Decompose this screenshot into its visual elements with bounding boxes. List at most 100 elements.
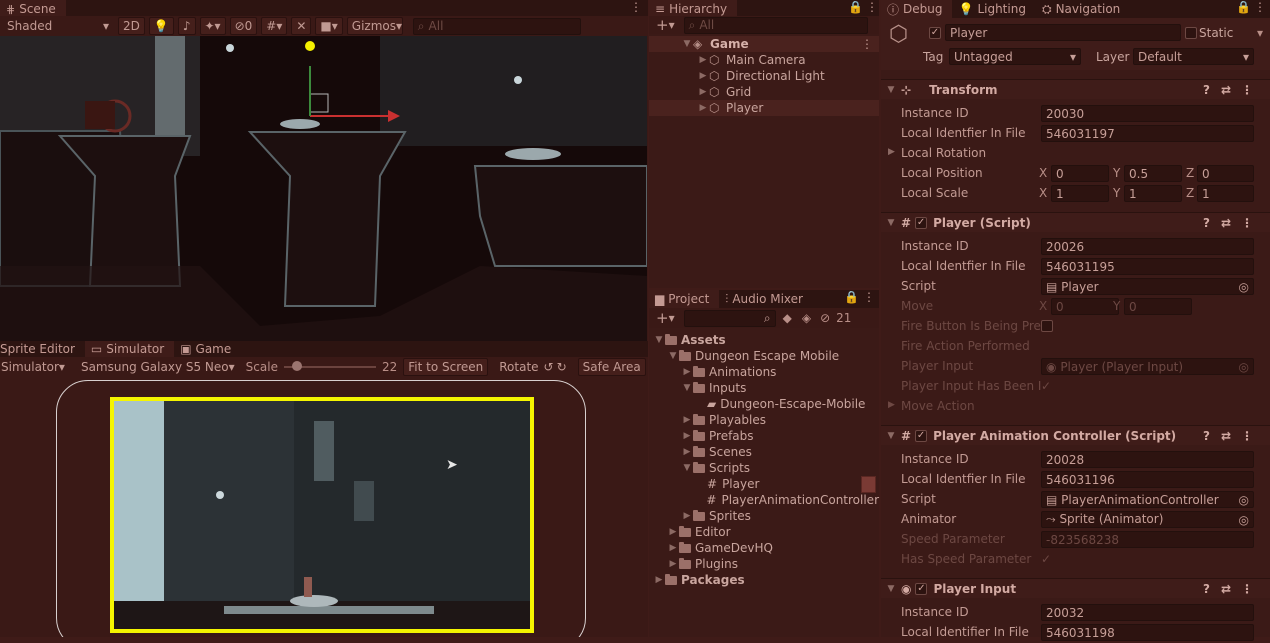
player-script-header[interactable]: ▼ # ✓ Player (Script) ? ⇄ ⋮ (881, 212, 1270, 232)
preset-icon[interactable]: ⇄ (1221, 216, 1231, 230)
project-tree-item[interactable]: ▶ Plugins (649, 556, 879, 572)
transform-header[interactable]: ▼ ⊹ Transform ? ⇄ ⋮ (881, 79, 1270, 99)
object-picker-icon[interactable]: ◎ (1239, 493, 1249, 507)
more-options-icon[interactable]: ⋮ (863, 290, 875, 304)
hierarchy-item[interactable]: ▶ ⬡ Grid (649, 84, 879, 100)
tab-project[interactable]: ▆ Project (649, 290, 720, 308)
instance-id-field[interactable]: 20030 (1041, 105, 1254, 122)
lighting-toggle-icon[interactable]: 💡 (148, 17, 174, 35)
component-menu-icon[interactable]: ⋮ (1241, 429, 1253, 443)
project-tree-item[interactable]: ▶ Packages (649, 572, 879, 588)
project-scroll-marker[interactable] (861, 476, 876, 493)
local-id-field[interactable]: 546031198 (1041, 624, 1254, 641)
component-menu-icon[interactable]: ⋮ (1241, 83, 1253, 97)
project-search-input[interactable]: ⌕ (683, 309, 776, 327)
simulator-mode-dropdown[interactable]: Simulator ▾ (0, 358, 70, 376)
scene-search-input[interactable]: ⌕ All (412, 17, 581, 35)
shading-dropdown[interactable]: Shaded ▾ (2, 17, 114, 35)
preset-icon[interactable]: ⇄ (1221, 429, 1231, 443)
gizmos-dropdown[interactable]: Gizmos ▾ (346, 17, 403, 35)
local-id-field[interactable]: 546031197 (1041, 125, 1254, 142)
component-menu-icon[interactable]: ⋮ (1241, 216, 1253, 230)
grid-dropdown-icon[interactable]: #▾ (261, 17, 288, 35)
hierarchy-scene-root[interactable]: ▼ ◈ Game (649, 36, 879, 52)
component-menu-icon[interactable]: ⋮ (1241, 582, 1253, 596)
hierarchy-item[interactable]: ▶ ⬡ Main Camera (649, 52, 879, 68)
tools-icon[interactable]: ✕ (291, 17, 312, 35)
more-options-icon[interactable]: ⋮ (866, 0, 878, 14)
hierarchy-item[interactable]: ▶ ⬡ Directional Light (649, 68, 879, 84)
filter-by-type-icon[interactable]: ◆ (780, 311, 795, 325)
scale-slider-thumb[interactable] (291, 361, 302, 371)
project-tree-item[interactable]: ▶ Prefabs (649, 428, 879, 444)
fit-to-screen-button[interactable]: Fit to Screen (403, 358, 489, 376)
position-y-field[interactable]: 0.5 (1124, 165, 1182, 182)
player-input-header[interactable]: ▼ ◉ ✓ Player Input ? ⇄ ⋮ (881, 578, 1270, 598)
script-object-field[interactable]: ▤ Player ◎ (1041, 278, 1254, 295)
active-checkbox[interactable]: ✓ (929, 27, 941, 39)
component-enabled-checkbox[interactable]: ✓ (915, 582, 928, 595)
project-tree-item[interactable]: ▶ GameDevHQ (649, 540, 879, 556)
filter-by-label-icon[interactable]: ◈ (799, 311, 814, 325)
project-tree-item[interactable]: ▼ Scripts (649, 460, 879, 476)
tab-audio-mixer[interactable]: ⫶ Audio Mixer (719, 290, 813, 308)
scene-viewport[interactable] (0, 36, 647, 341)
component-enabled-checkbox[interactable]: ✓ (915, 429, 928, 442)
position-z-field[interactable]: 0 (1197, 165, 1254, 182)
scale-z-field[interactable]: 1 (1197, 185, 1254, 202)
help-icon[interactable]: ? (1203, 216, 1210, 230)
preset-icon[interactable]: ⇄ (1221, 83, 1231, 97)
more-options-icon[interactable]: ⋮ (1254, 0, 1266, 14)
scale-y-field[interactable]: 1 (1124, 185, 1182, 202)
audio-toggle-icon[interactable]: ♪ (177, 17, 196, 35)
rotate-cw-icon[interactable]: ↻ (557, 360, 567, 374)
lock-icon[interactable]: 🔒 (844, 290, 859, 304)
scene-visibility-icon[interactable]: ⊘ 0 (229, 17, 258, 35)
help-icon[interactable]: ? (1203, 83, 1210, 97)
component-enabled-checkbox[interactable]: ✓ (915, 216, 928, 229)
project-tree-item[interactable]: ▼ Dungeon Escape Mobile (649, 348, 879, 364)
project-tree-item[interactable]: ▶ Sprites (649, 508, 879, 524)
effects-dropdown-icon[interactable]: ✦▾ (199, 17, 226, 35)
tab-navigation[interactable]: ⛭ Navigation (1036, 0, 1130, 18)
anim-controller-header[interactable]: ▼ # ✓ Player Animation Controller (Scrip… (881, 425, 1270, 445)
project-tree-item[interactable]: ▶ Animations (649, 364, 879, 380)
device-dropdown[interactable]: Samsung Galaxy S5 Neo ▾ (76, 358, 240, 376)
project-tree-item[interactable]: ▶ Scenes (649, 444, 879, 460)
project-tree-item[interactable]: ▼ Assets (649, 332, 879, 348)
safe-area-button[interactable]: Safe Area (577, 358, 646, 376)
local-id-field[interactable]: 546031195 (1041, 258, 1254, 275)
project-tree-item[interactable]: ▼ Inputs (649, 380, 879, 396)
project-tree-item[interactable]: ▶ Playables (649, 412, 879, 428)
tab-game[interactable]: ▣ Game (174, 341, 241, 357)
chevron-down-icon[interactable]: ▾ (1257, 26, 1263, 40)
help-icon[interactable]: ? (1203, 582, 1210, 596)
instance-id-field[interactable]: 20032 (1041, 604, 1254, 621)
tab-simulator[interactable]: ▭ Simulator (84, 341, 175, 357)
add-object-button[interactable]: + ▾ (651, 16, 680, 34)
project-tree-item[interactable]: # Player (649, 476, 879, 492)
local-id-field[interactable]: 546031196 (1041, 471, 1254, 488)
object-name-field[interactable]: Player (945, 24, 1181, 41)
static-checkbox[interactable] (1185, 27, 1197, 39)
tab-lighting[interactable]: 💡 Lighting (952, 0, 1035, 18)
camera-dropdown-icon[interactable]: ■▾ (315, 17, 343, 35)
transform-local-rotation[interactable]: ▶ Local Rotation (881, 144, 1270, 164)
scene-menu-icon[interactable]: ⋮ (861, 37, 873, 51)
layer-dropdown[interactable]: Default ▾ (1133, 48, 1254, 65)
project-tree-item[interactable]: ▰ Dungeon-Escape-Mobile (649, 396, 879, 412)
object-picker-icon[interactable]: ◎ (1239, 280, 1249, 294)
scale-x-field[interactable]: 1 (1051, 185, 1109, 202)
help-icon[interactable]: ? (1203, 429, 1210, 443)
tab-debug[interactable]: ⓘ Debug (881, 0, 953, 18)
hierarchy-search-input[interactable]: ⌕ All (683, 16, 868, 34)
instance-id-field[interactable]: 20028 (1041, 451, 1254, 468)
position-x-field[interactable]: 0 (1051, 165, 1109, 182)
more-options-icon[interactable]: ⋮ (630, 0, 642, 14)
instance-id-field[interactable]: 20026 (1041, 238, 1254, 255)
object-picker-icon[interactable]: ◎ (1239, 513, 1249, 527)
rotate-control[interactable]: Rotate ↺ ↻ (494, 358, 571, 376)
create-asset-button[interactable]: + ▾ (651, 309, 680, 327)
rotate-ccw-icon[interactable]: ↺ (544, 360, 554, 374)
preset-icon[interactable]: ⇄ (1221, 582, 1231, 596)
